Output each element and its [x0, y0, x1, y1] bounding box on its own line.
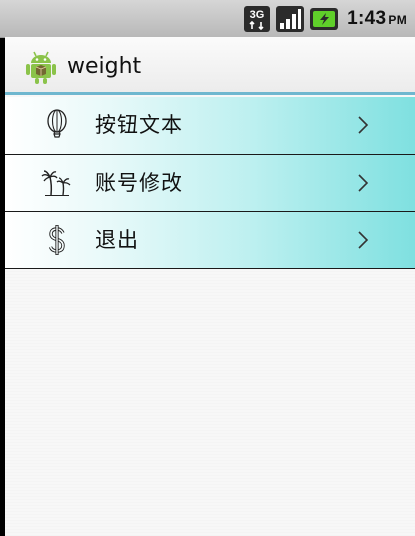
device-frame: 3G 1:43 PM weight 按钮文本 账号修改 退出: [0, 0, 415, 536]
clock-time: 1:43: [347, 8, 387, 29]
svg-text:3G: 3G: [250, 9, 265, 21]
status-bar: 3G 1:43 PM: [0, 0, 415, 38]
menu-item-logout[interactable]: 退出: [5, 212, 415, 269]
title-bar: weight: [5, 37, 415, 95]
chevron-right-icon: [358, 116, 369, 134]
chevron-right-icon: [358, 174, 369, 192]
chevron-right-icon: [358, 231, 369, 249]
menu-item-label: 按钮文本: [95, 113, 183, 137]
clock-ampm: PM: [388, 13, 407, 27]
dollar-sign-icon: [48, 225, 65, 255]
network-3g-icon: 3G: [244, 6, 271, 32]
menu-item-button-text[interactable]: 按钮文本: [5, 97, 415, 155]
battery-charging-icon: [310, 8, 339, 30]
android-logo-icon: [26, 51, 56, 84]
balloon-icon: [47, 109, 67, 138]
status-icons: 3G 1:43 PM: [244, 6, 407, 32]
menu-item-label: 退出: [95, 228, 139, 252]
status-clock: 1:43 PM: [347, 8, 407, 30]
menu-item-label: 账号修改: [95, 171, 183, 195]
app-title: weight: [67, 54, 142, 79]
app-screen: weight 按钮文本 账号修改 退出: [5, 37, 415, 536]
menu-item-account-edit[interactable]: 账号修改: [5, 155, 415, 212]
palm-trees-icon: [41, 170, 71, 196]
menu-list: 按钮文本 账号修改 退出: [5, 97, 415, 269]
signal-strength-icon: [276, 6, 305, 32]
